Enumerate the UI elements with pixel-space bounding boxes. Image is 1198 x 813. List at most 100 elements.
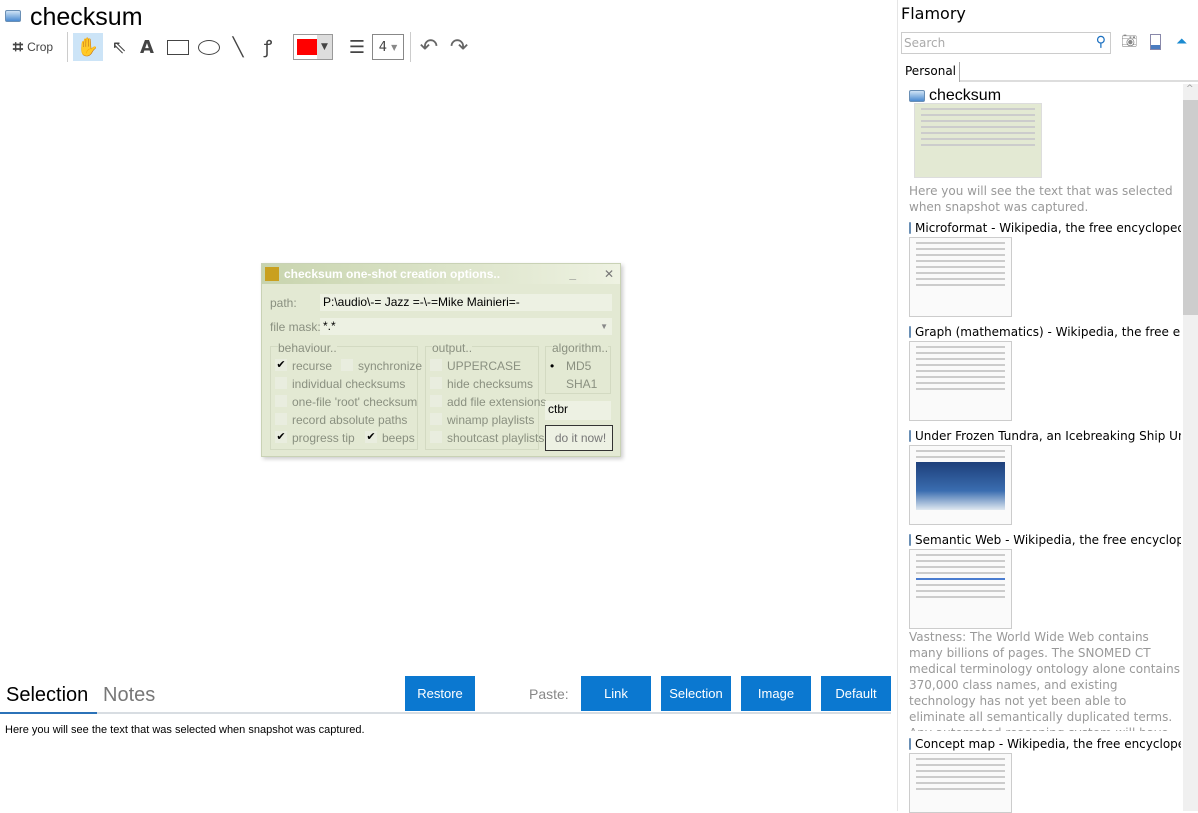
page-title: checksum	[30, 3, 143, 31]
sidebar-title: Flamory	[901, 4, 966, 23]
document-icon[interactable]	[1150, 34, 1161, 50]
tab-personal[interactable]: Personal	[902, 62, 960, 82]
algorithm-label: algorithm..	[552, 341, 609, 355]
md5-radio[interactable]: •	[550, 359, 554, 373]
tab-notes[interactable]: Notes	[103, 684, 155, 707]
output-label: output..	[432, 341, 473, 355]
uppercase-checkbox[interactable]	[430, 359, 442, 371]
synchronize-checkbox[interactable]	[341, 359, 353, 371]
tab-selection[interactable]: Selection	[6, 684, 88, 707]
thumbnail[interactable]	[909, 445, 1012, 525]
restore-button[interactable]: Restore	[405, 676, 475, 711]
text-tool-button[interactable]: A	[135, 33, 159, 61]
extensions-checkbox[interactable]	[430, 395, 442, 407]
list-item-title[interactable]: Semantic Web - Wikipedia, the free encyc…	[909, 533, 1181, 547]
checkbox-label: shoutcast playlists	[447, 431, 545, 445]
crop-icon: ⌗	[12, 36, 24, 57]
list-item-desc: Here you will see the text that was sele…	[909, 184, 1173, 214]
checkbox-label: synchronize	[358, 359, 423, 373]
dialog-titlebar: checksum one-shot creation options.. ✕ _	[262, 264, 620, 284]
pointer-tool-button[interactable]: ⇖	[106, 33, 132, 61]
winamp-checkbox[interactable]	[430, 413, 442, 425]
checkbox-label: hide checksums	[447, 377, 534, 391]
checkbox-label: progress tip	[292, 431, 355, 445]
path-input[interactable]: P:\audio\-= Jazz =-\-=Mike Mainieri=-	[320, 294, 612, 311]
close-icon[interactable]: ✕	[604, 264, 614, 284]
snapshot-dialog: checksum one-shot creation options.. ✕ _ …	[261, 263, 621, 457]
collapse-icon[interactable]: ⏶	[1176, 34, 1187, 50]
list-item-desc: Vastness: The World Wide Web contains ma…	[909, 630, 1180, 731]
color-picker[interactable]: ▼	[293, 34, 333, 60]
checkbox-label: beeps	[382, 431, 415, 445]
freehand-tool-button[interactable]: ꝭ	[256, 33, 280, 61]
page-icon	[909, 738, 911, 750]
thumbnail[interactable]	[909, 753, 1012, 813]
minimize-icon[interactable]: _	[569, 264, 576, 284]
radio-label: MD5	[566, 359, 592, 373]
divider	[410, 32, 411, 62]
checkbox-label: recurse	[292, 359, 333, 373]
extension-input[interactable]: ctbr	[545, 401, 611, 420]
search-icon[interactable]: ⚲	[1096, 34, 1106, 50]
do-it-now-button[interactable]: do it now!	[545, 425, 613, 451]
redo-button[interactable]: ↷	[446, 33, 472, 61]
checkbox-label: one-file 'root' checksum	[292, 395, 418, 409]
mask-label: file mask:	[270, 320, 321, 334]
rectangle-tool-button[interactable]	[164, 33, 192, 61]
crop-button[interactable]: ⌗ Crop	[6, 33, 60, 61]
tab-line	[960, 80, 1198, 82]
scrollbar[interactable]: ^	[1183, 84, 1198, 811]
paste-label: Paste:	[529, 686, 569, 702]
dialog-icon	[265, 267, 279, 281]
checkbox-label: UPPERCASE	[447, 359, 522, 373]
individual-checkbox[interactable]	[275, 377, 287, 389]
page-icon	[909, 430, 911, 442]
shoutcast-checkbox[interactable]	[430, 431, 442, 443]
hide-checkbox[interactable]	[430, 377, 442, 389]
list-item-title[interactable]: Graph (mathematics) - Wikipedia, the fre…	[909, 325, 1181, 339]
page-icon	[909, 326, 911, 338]
thumbnail[interactable]	[909, 341, 1012, 421]
checkbox-label: individual checksums	[292, 377, 406, 391]
radio-label: SHA1	[566, 377, 598, 391]
line-width-select[interactable]: 4 ▼	[372, 34, 404, 60]
thumbnail[interactable]	[914, 103, 1042, 178]
root-checkbox[interactable]	[275, 395, 287, 407]
page-icon	[909, 534, 911, 546]
list-item-title[interactable]: Concept map - Wikipedia, the free encycl…	[909, 737, 1181, 751]
undo-button[interactable]: ↶	[416, 33, 442, 61]
tab-divider	[0, 712, 891, 714]
paste-image-button[interactable]: Image	[741, 676, 811, 711]
behaviour-label: behaviour..	[278, 341, 337, 355]
progress-tip-checkbox[interactable]: ✔	[275, 431, 287, 443]
divider	[67, 32, 68, 62]
paste-selection-button[interactable]: Selection	[661, 676, 731, 711]
list-item-title[interactable]: Under Frozen Tundra, an Icebreaking Ship…	[909, 429, 1181, 443]
chevron-down-icon: ▼	[317, 35, 332, 59]
line-width-icon: ☰	[348, 36, 366, 58]
beeps-checkbox[interactable]: ✔	[365, 431, 377, 443]
checkbox-label: record absolute paths	[292, 413, 408, 427]
mask-select[interactable]: *.* ▼	[320, 318, 612, 335]
app-icon	[5, 10, 21, 22]
paste-link-button[interactable]: Link	[581, 676, 651, 711]
thumbnail[interactable]	[909, 237, 1012, 317]
sidebar-divider	[897, 0, 898, 811]
recurse-checkbox[interactable]: ✔	[275, 359, 287, 371]
absolute-paths-checkbox[interactable]	[275, 413, 287, 425]
page-icon	[909, 222, 911, 234]
paste-default-button[interactable]: Default	[821, 676, 891, 711]
list-item-title[interactable]: Microformat - Wikipedia, the free encycl…	[909, 221, 1181, 235]
checkbox-label: add file extensions	[447, 395, 547, 409]
color-swatch	[297, 39, 317, 55]
line-tool-button[interactable]: ╲	[226, 33, 250, 61]
search-input[interactable]: Search ⚲	[901, 32, 1111, 54]
camera-icon[interactable]: 📷︎	[1121, 34, 1138, 49]
thumbnail[interactable]	[909, 549, 1012, 629]
checkbox-label: winamp playlists	[447, 413, 535, 427]
ellipse-tool-button[interactable]	[195, 33, 223, 61]
selection-text[interactable]: Here you will see the text that was sele…	[5, 724, 365, 736]
scrollbar-thumb[interactable]	[1183, 100, 1198, 315]
hand-tool-button[interactable]: ✋	[73, 33, 103, 61]
tab-indicator	[0, 712, 97, 714]
